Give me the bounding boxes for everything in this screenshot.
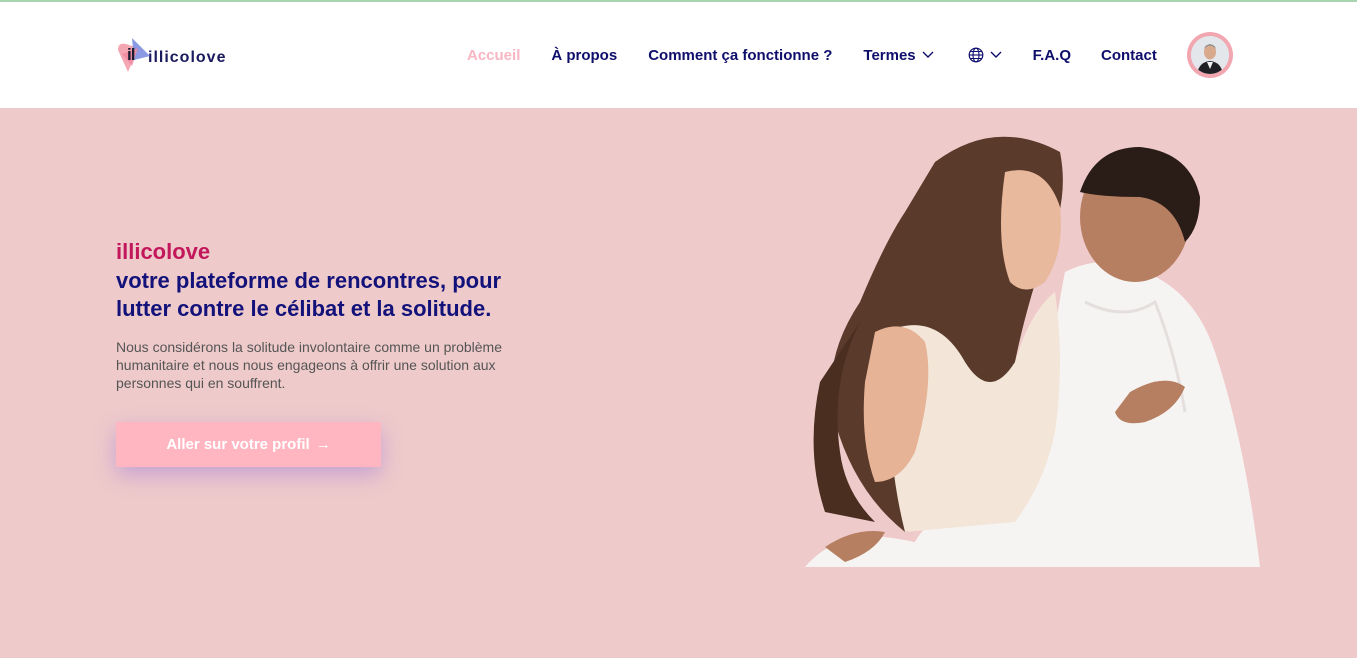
- arrow-right-icon: →: [315, 436, 331, 453]
- logo-mark-text: il: [127, 45, 136, 64]
- chevron-down-icon: [990, 51, 1002, 58]
- hero-headline: votre plateforme de rencontres, pour lut…: [116, 268, 502, 321]
- nav-contact[interactable]: Contact: [1101, 47, 1157, 64]
- hero-description: Nous considérons la solitude involontair…: [116, 339, 502, 391]
- hero-brand: illicolove: [116, 239, 211, 264]
- logo-mark-icon: il: [116, 36, 152, 76]
- couple-photo: [765, 122, 1265, 567]
- hero-section: illicolove votre plateforme de rencontre…: [0, 108, 1357, 658]
- user-avatar[interactable]: [1187, 32, 1233, 78]
- nav-termes[interactable]: Termes: [863, 46, 934, 64]
- language-selector[interactable]: [968, 47, 1002, 63]
- avatar-photo: [1191, 36, 1229, 74]
- nav-a-propos[interactable]: À propos: [551, 47, 617, 64]
- chevron-down-icon: [922, 51, 934, 58]
- main-nav: Accueil À propos Comment ça fonctionne ?…: [467, 2, 1157, 108]
- nav-termes-label: Termes: [863, 46, 916, 64]
- logo-text: illicolove: [148, 48, 227, 66]
- cta-label: Aller sur votre profil: [166, 436, 310, 453]
- site-logo[interactable]: il illicolove: [116, 36, 236, 76]
- go-to-profile-button[interactable]: Aller sur votre profil →: [116, 422, 381, 467]
- globe-icon: [968, 47, 984, 63]
- nav-comment-ca-fonctionne[interactable]: Comment ça fonctionne ?: [648, 47, 832, 64]
- site-header: il illicolove Accueil À propos Comment ç…: [0, 2, 1357, 108]
- nav-faq[interactable]: F.A.Q: [1033, 47, 1071, 64]
- nav-accueil[interactable]: Accueil: [467, 47, 520, 64]
